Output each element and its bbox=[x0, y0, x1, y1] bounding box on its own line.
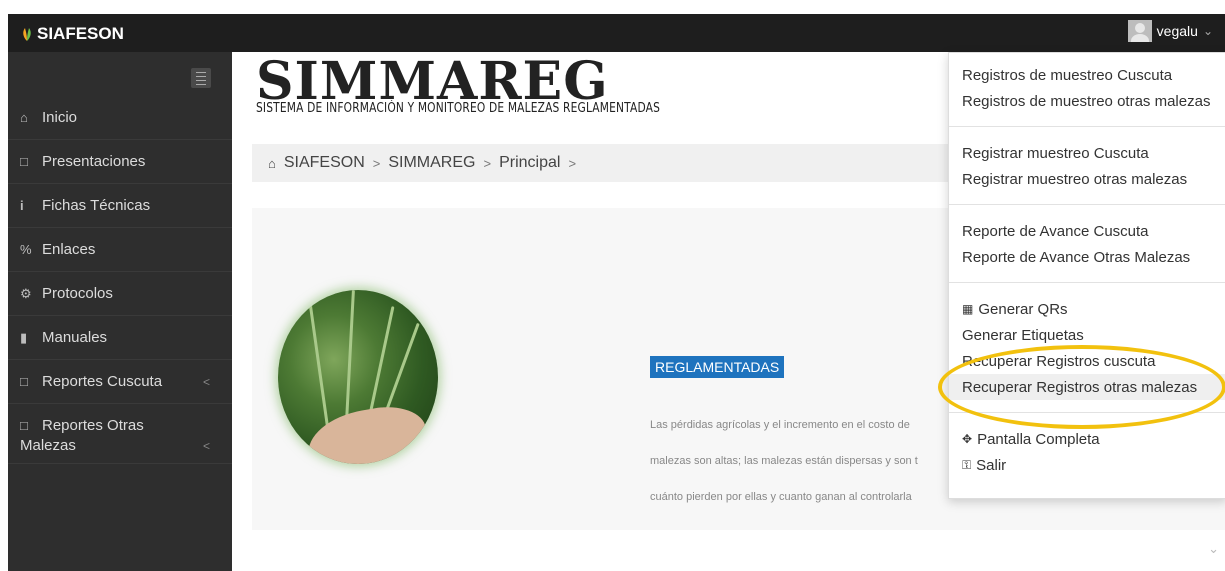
menu-item-generar-qrs[interactable]: ▦ Generar QRs bbox=[949, 296, 1225, 322]
breadcrumb-item[interactable]: Principal bbox=[499, 154, 560, 172]
sidebar-nav: ⌂ Inicio □ Presentaciones i Fichas Técni… bbox=[8, 96, 232, 464]
app-window: SIAFESON vegalu ⌄ ⌂ Inicio □ Presentacio… bbox=[0, 0, 1225, 571]
sidebar-item-presentaciones[interactable]: □ Presentaciones bbox=[8, 140, 232, 184]
page-subtitle: SISTEMA DE INFORMACIÓN Y MONITOREO DE MA… bbox=[256, 101, 661, 116]
menu-divider bbox=[949, 412, 1225, 413]
folder-icon: □ bbox=[20, 154, 28, 169]
menu-divider bbox=[949, 126, 1225, 127]
menu-item-label: Pantalla Completa bbox=[977, 430, 1100, 448]
menu-item-registros-cuscuta[interactable]: Registros de muestreo Cuscuta bbox=[949, 62, 1225, 88]
sidebar-item-fichas-tecnicas[interactable]: i Fichas Técnicas bbox=[8, 184, 232, 228]
sidebar-item-label: Manuales bbox=[42, 329, 108, 346]
sidebar-item-inicio[interactable]: ⌂ Inicio bbox=[8, 96, 232, 140]
description-line: Las pérdidas agrícolas y el incremento e… bbox=[650, 419, 910, 431]
breadcrumb: ⌂ SIAFESON > SIMMAREG > Principal > bbox=[252, 144, 1012, 182]
fullscreen-icon: ✥ bbox=[962, 432, 973, 446]
sidebar-item-label: Protocolos bbox=[42, 285, 113, 302]
home-icon: ⌂ bbox=[268, 155, 276, 171]
sidebar-item-label: Presentaciones bbox=[42, 153, 146, 170]
file-icon: □ bbox=[20, 374, 28, 389]
qr-code-icon: ▦ bbox=[962, 302, 974, 316]
menu-toggle-button[interactable] bbox=[191, 68, 211, 88]
app-logo[interactable]: SIAFESON bbox=[20, 24, 124, 44]
sidebar-item-label-line2: Malezas bbox=[20, 437, 76, 454]
menu-item-label: Generar QRs bbox=[978, 300, 1068, 318]
section-badge: REGLAMENTADAS bbox=[650, 356, 785, 378]
chevron-left-icon: < bbox=[202, 439, 210, 453]
sidebar-item-label-line1: Reportes Otras bbox=[42, 417, 144, 434]
menu-item-pantalla-completa[interactable]: ✥ Pantalla Completa bbox=[949, 426, 1225, 452]
menu-item-reporte-cuscuta[interactable]: Reporte de Avance Cuscuta bbox=[949, 218, 1225, 244]
menu-item-registros-otras-malezas[interactable]: Registros de muestreo otras malezas bbox=[949, 88, 1225, 114]
user-dropdown-menu: Registros de muestreo Cuscuta Registros … bbox=[948, 52, 1225, 499]
menu-item-label: Salir bbox=[976, 456, 1007, 474]
description-line: cuánto pierden por ellas y cuanto ganan … bbox=[650, 491, 912, 503]
home-icon: ⌂ bbox=[20, 110, 28, 125]
menu-divider bbox=[949, 204, 1225, 205]
leaf-logo-icon bbox=[23, 28, 31, 41]
sidebar-item-enlaces[interactable]: % Enlaces bbox=[8, 228, 232, 272]
sidebar-item-label: Enlaces bbox=[42, 241, 96, 258]
chevron-down-icon: ⌄ bbox=[1202, 24, 1213, 38]
menu-item-recuperar-cuscuta[interactable]: Recuperar Registros cuscuta bbox=[949, 348, 1225, 374]
menu-item-reporte-otras-malezas[interactable]: Reporte de Avance Otras Malezas bbox=[949, 244, 1225, 270]
menu-item-registrar-cuscuta[interactable]: Registrar muestreo Cuscuta bbox=[949, 140, 1225, 166]
menu-item-salir[interactable]: ⚿ Salir bbox=[949, 452, 1225, 478]
chevron-right-icon: > bbox=[372, 155, 381, 171]
menu-item-recuperar-otras-malezas[interactable]: Recuperar Registros otras malezas bbox=[949, 374, 1225, 400]
sidebar-item-label: Fichas Técnicas bbox=[42, 197, 151, 214]
feature-description: Las pérdidas agrícolas y el incremento e… bbox=[650, 398, 950, 524]
menu-item-generar-etiquetas[interactable]: Generar Etiquetas bbox=[949, 322, 1225, 348]
menu-divider bbox=[949, 282, 1225, 283]
sidebar-item-label: Reportes Cuscuta bbox=[42, 373, 163, 390]
breadcrumb-item[interactable]: SIAFESON bbox=[284, 154, 365, 172]
sidebar-item-protocolos[interactable]: ⚙ Protocolos bbox=[8, 272, 232, 316]
book-icon: ▮ bbox=[20, 329, 28, 345]
sidebar-item-manuales[interactable]: ▮ Manuales bbox=[8, 316, 232, 360]
info-icon: i bbox=[20, 198, 24, 213]
sidebar-item-reportes-otras-malezas[interactable]: □ Reportes Otras Malezas < bbox=[8, 404, 232, 464]
weed-photo bbox=[278, 290, 438, 464]
file-icon: □ bbox=[20, 418, 28, 433]
sidebar-item-label: Reportes Otras Malezas bbox=[20, 416, 144, 456]
user-menu-toggle[interactable]: vegalu ⌄ bbox=[1127, 20, 1213, 42]
top-navbar: SIAFESON vegalu ⌄ bbox=[8, 14, 1225, 52]
chevron-right-icon: > bbox=[483, 155, 492, 171]
user-name: vegalu bbox=[1156, 23, 1198, 39]
breadcrumb-item[interactable]: SIMMAREG bbox=[388, 154, 475, 172]
avatar bbox=[1127, 20, 1152, 42]
chevron-left-icon: < bbox=[202, 374, 210, 389]
sidebar-item-label: Inicio bbox=[42, 109, 78, 126]
sidebar-item-reportes-cuscuta[interactable]: □ Reportes Cuscuta < bbox=[8, 360, 232, 404]
app-name: SIAFESON bbox=[37, 24, 124, 43]
chevron-right-icon: > bbox=[568, 155, 577, 171]
scroll-down-icon[interactable]: ⌄ bbox=[1208, 542, 1219, 557]
gear-icon: ⚙ bbox=[20, 285, 32, 301]
key-icon: ⚿ bbox=[962, 457, 972, 472]
sidebar: ⌂ Inicio □ Presentaciones i Fichas Técni… bbox=[8, 52, 232, 571]
menu-item-registrar-otras-malezas[interactable]: Registrar muestreo otras malezas bbox=[949, 166, 1225, 192]
link-icon: % bbox=[20, 242, 32, 257]
description-line: malezas son altas; las malezas están dis… bbox=[650, 455, 918, 467]
